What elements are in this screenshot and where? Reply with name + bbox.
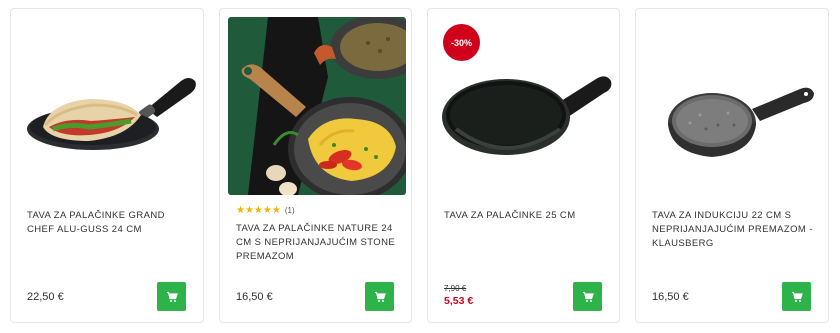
product-image[interactable]	[228, 17, 406, 195]
product-image[interactable]	[644, 17, 822, 195]
product-card[interactable]: TAVA ZA PALAČINKE GRAND CHEF ALU-GUSS 24…	[10, 8, 204, 323]
product-card[interactable]: TAVA ZA INDUKCIJU 22 CM S NEPRIJANJAJUĆI…	[635, 8, 829, 323]
shopping-cart-icon	[166, 291, 178, 302]
product-old-price: 7,90 €	[444, 284, 467, 293]
product-image[interactable]	[19, 17, 197, 195]
rating-count: (1)	[284, 206, 295, 215]
add-to-cart-button[interactable]	[573, 282, 602, 311]
product-rating: ★★★★★ (1)	[236, 205, 295, 216]
product-price: 16,50 €	[652, 291, 689, 303]
shopping-cart-icon	[791, 291, 803, 302]
product-title[interactable]: TAVA ZA PALAČINKE GRAND CHEF ALU-GUSS 24…	[27, 209, 191, 237]
shopping-cart-icon	[582, 291, 594, 302]
product-price: 22,50 €	[27, 291, 64, 303]
stone-pan-omelette-image	[228, 17, 406, 195]
product-title[interactable]: TAVA ZA INDUKCIJU 22 CM S NEPRIJANJAJUĆI…	[652, 209, 816, 251]
product-price: 16,50 €	[236, 291, 273, 303]
add-to-cart-button[interactable]	[365, 282, 394, 311]
add-to-cart-button[interactable]	[157, 282, 186, 311]
granite-frying-pan-image	[644, 17, 822, 195]
rating-stars: ★★★★★	[236, 205, 281, 216]
product-title[interactable]: TAVA ZA PALAČINKE NATURE 24 CM S NEPRIJA…	[236, 222, 399, 264]
crepe-pan-with-wrap-image	[19, 17, 197, 195]
product-card[interactable]: -30% TAVA ZA PALAČINKE 25 CM 7,90 € 5,53…	[427, 8, 620, 323]
product-card[interactable]: ★★★★★ (1) TAVA ZA PALAČINKE NATURE 24 CM…	[219, 8, 412, 323]
product-sale-price: 5,53 €	[444, 295, 474, 307]
add-to-cart-button[interactable]	[782, 282, 811, 311]
shopping-cart-icon	[374, 291, 386, 302]
product-title[interactable]: TAVA ZA PALAČINKE 25 CM	[444, 209, 607, 223]
discount-badge: -30%	[443, 24, 480, 61]
